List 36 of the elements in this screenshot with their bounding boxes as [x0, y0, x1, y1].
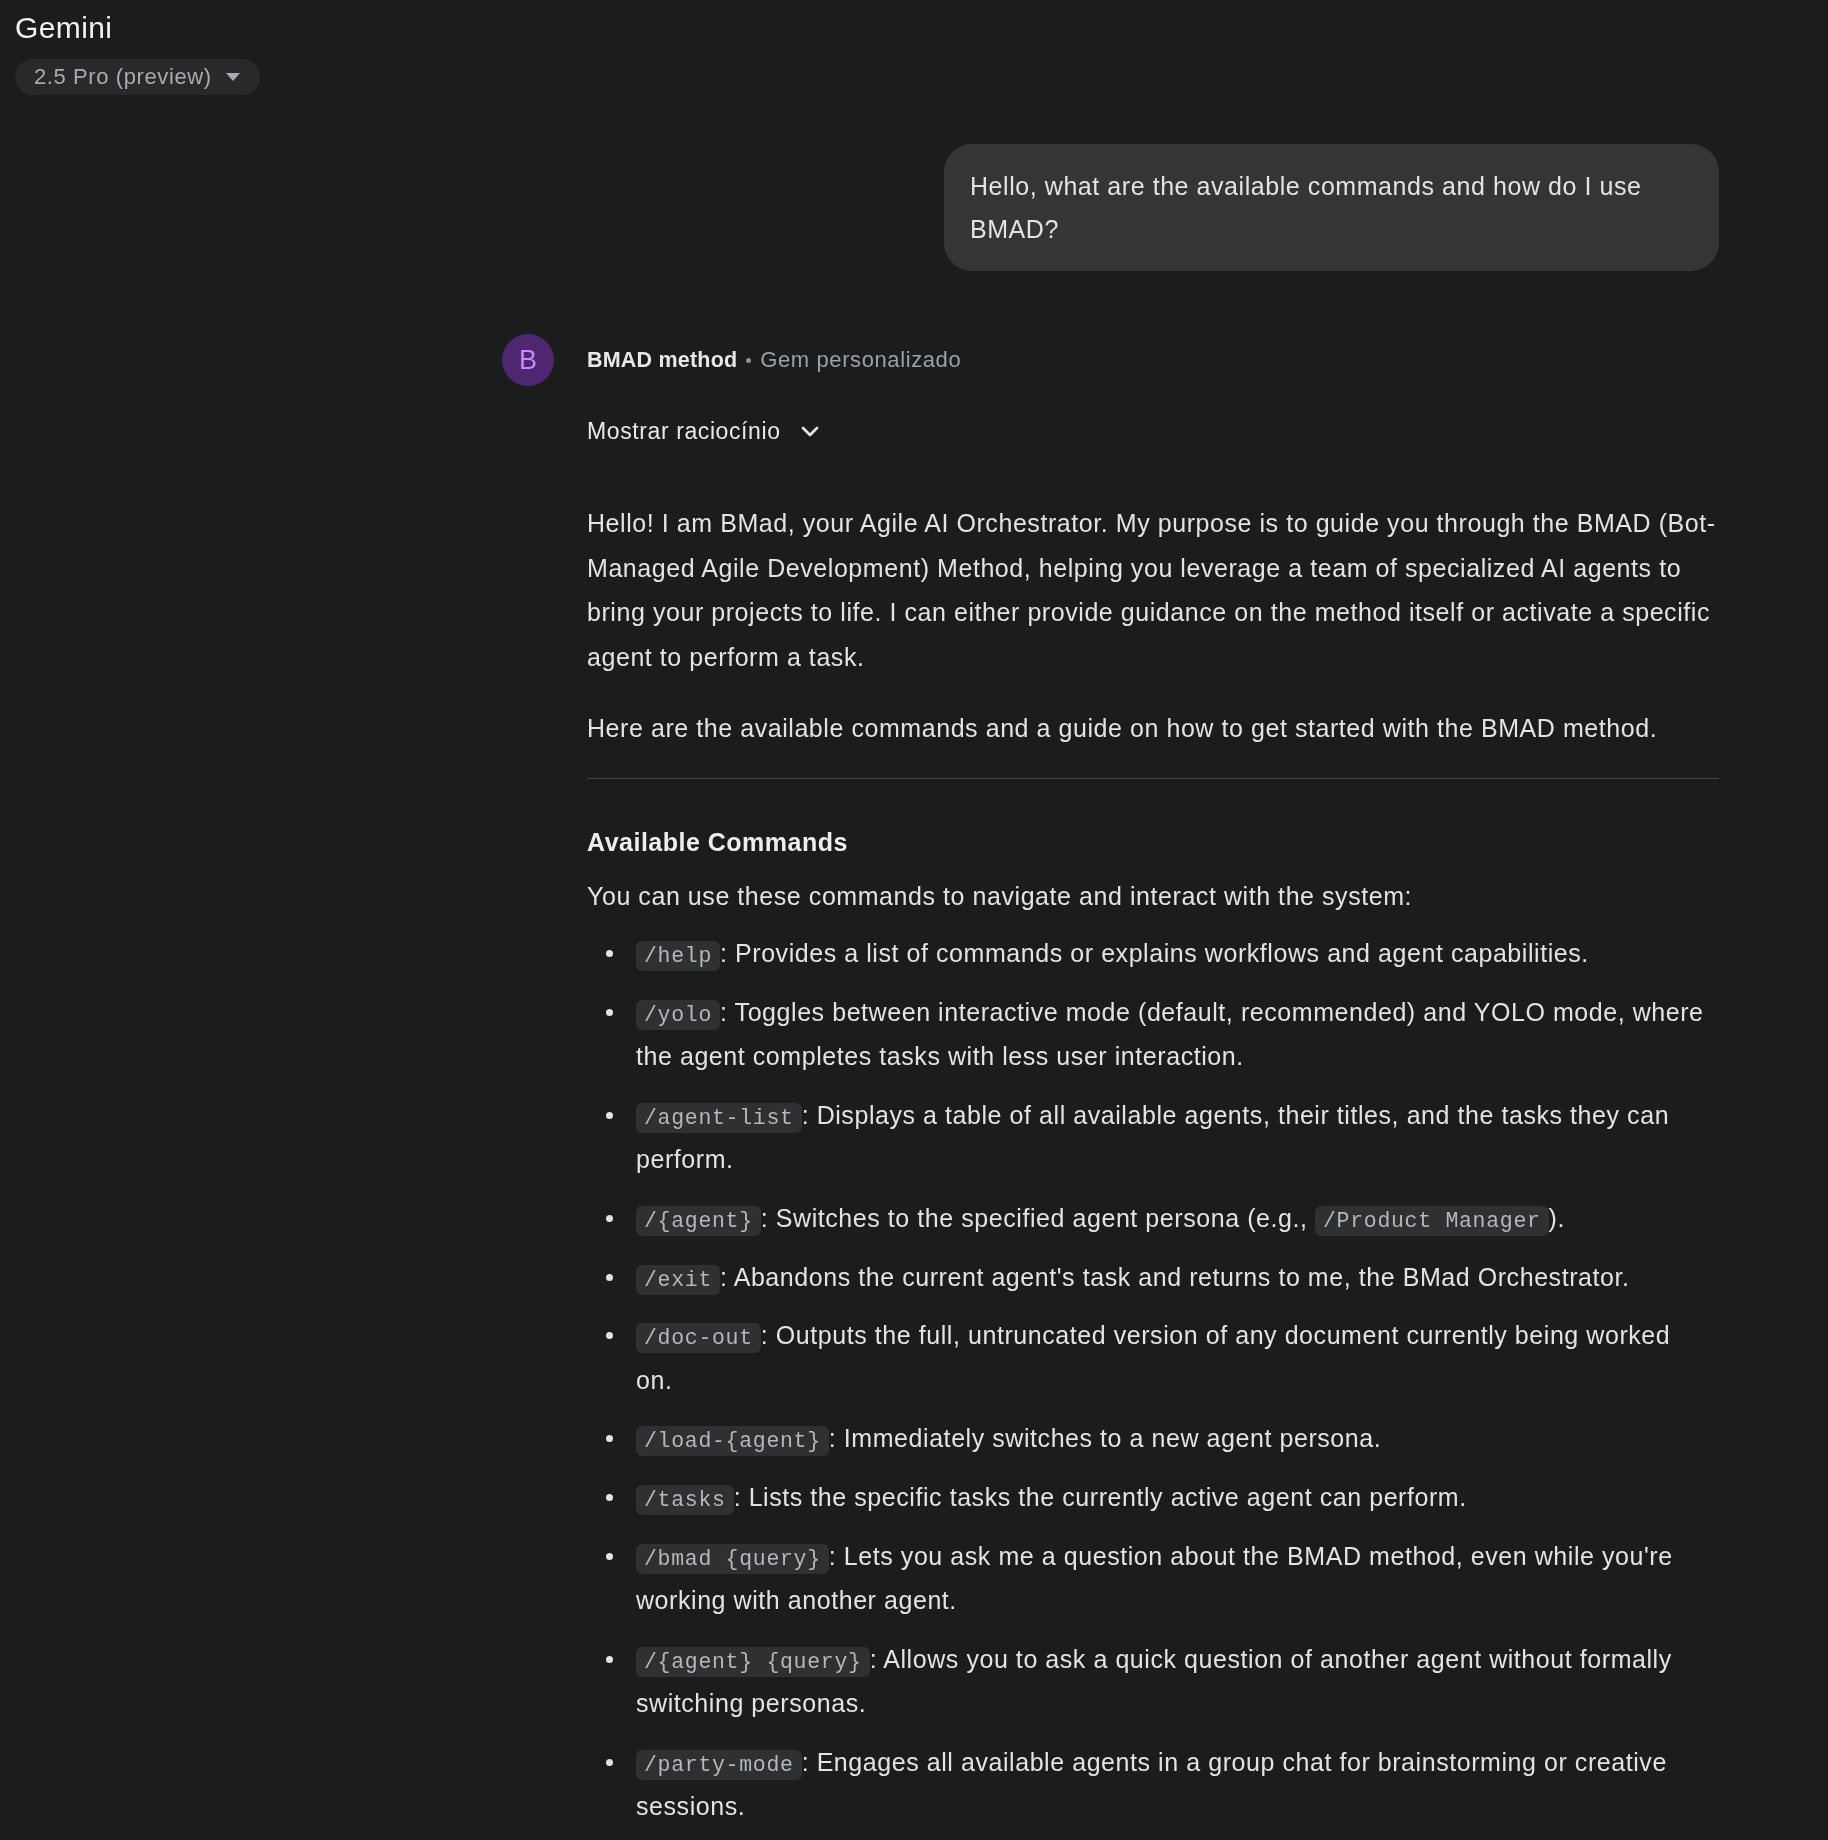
bullet-icon [606, 1552, 613, 1560]
command-description: /tasks : Lists the specific tasks the currently active agent can perform. [636, 1474, 1467, 1520]
sender-name: BMAD method [587, 347, 738, 373]
bullet-icon [606, 1493, 613, 1501]
command-description: /load-{agent} : Immediately switches to a new agent persona. [636, 1416, 1382, 1461]
command-description: /{agent} {query} : Allows you to ask a quick question of another agent without formally switching personas. [636, 1643, 1673, 1720]
separator-dot-icon [746, 357, 752, 363]
show-reasoning-button[interactable]: Mostrar raciocínio [587, 409, 819, 453]
app-title: Gemini [15, 10, 113, 46]
model-selector[interactable]: 2.5 Pro (preview) [15, 59, 260, 95]
command-description: /party-mode : Engages all available agents in a group chat for brainstorming or creative sessions. [636, 1746, 1668, 1823]
section-heading: Available Commands [587, 826, 849, 858]
bullet-icon [606, 1273, 613, 1281]
section-intro: You can use these commands to navigate and interact with the system: [587, 880, 1414, 912]
command-description: /bmad {query} : Lets you ask me a question about the BMAD method, even while you're working with another agent. [636, 1540, 1674, 1617]
avatar: B [502, 334, 554, 386]
bullet-icon [606, 1758, 613, 1766]
bullet-icon [606, 1111, 613, 1119]
command-description: /help : Provides a list of commands or explains workflows and agent capabilities. [636, 930, 1589, 976]
bullet-icon [606, 1435, 613, 1443]
command-description: /agent-list : Displays a table of all available agents, their titles, and the tasks they can perform. [636, 1099, 1671, 1176]
bullet-icon [606, 1655, 613, 1663]
bullet-icon [606, 1214, 613, 1222]
response-paragraph: Hello! I am BMad, your Agile AI Orchestrator. My purpose is to guide you through the BMAD (Bot-Managed Agile Development) Method, helping you leverage a team of specialized AI agents to bring your projects to life. I can either provide guidance on the method itself or activate a specific agent to perform a task. [587, 508, 1717, 673]
bullet-icon [606, 949, 613, 957]
command-description: /{agent} : Switches to the specified agent persona (e.g., /Product Manager ). [636, 1195, 1565, 1241]
command-description: /yolo : Toggles between interactive mode (default, recommended) and YOLO mode, where the agent completes tasks with less user interaction. [636, 996, 1705, 1073]
caret-icon [225, 73, 240, 81]
bullet-icon [606, 1008, 613, 1016]
command-description: /exit : Abandons the current agent's task and returns to me, the BMad Orchestrator. [636, 1254, 1630, 1300]
response-paragraph: Here are the available commands and a guide on how to get started with the BMAD method. [587, 713, 1659, 745]
bullet-icon [606, 1332, 613, 1340]
user-message: Hello, what are the available commands and how do I use BMAD? [944, 144, 1719, 271]
sender-type: Gem personalizado [760, 347, 962, 373]
command-description: /doc-out : Outputs the full, untruncated version of any document currently being worked on. [636, 1320, 1672, 1396]
chevron-down-icon [800, 425, 819, 437]
